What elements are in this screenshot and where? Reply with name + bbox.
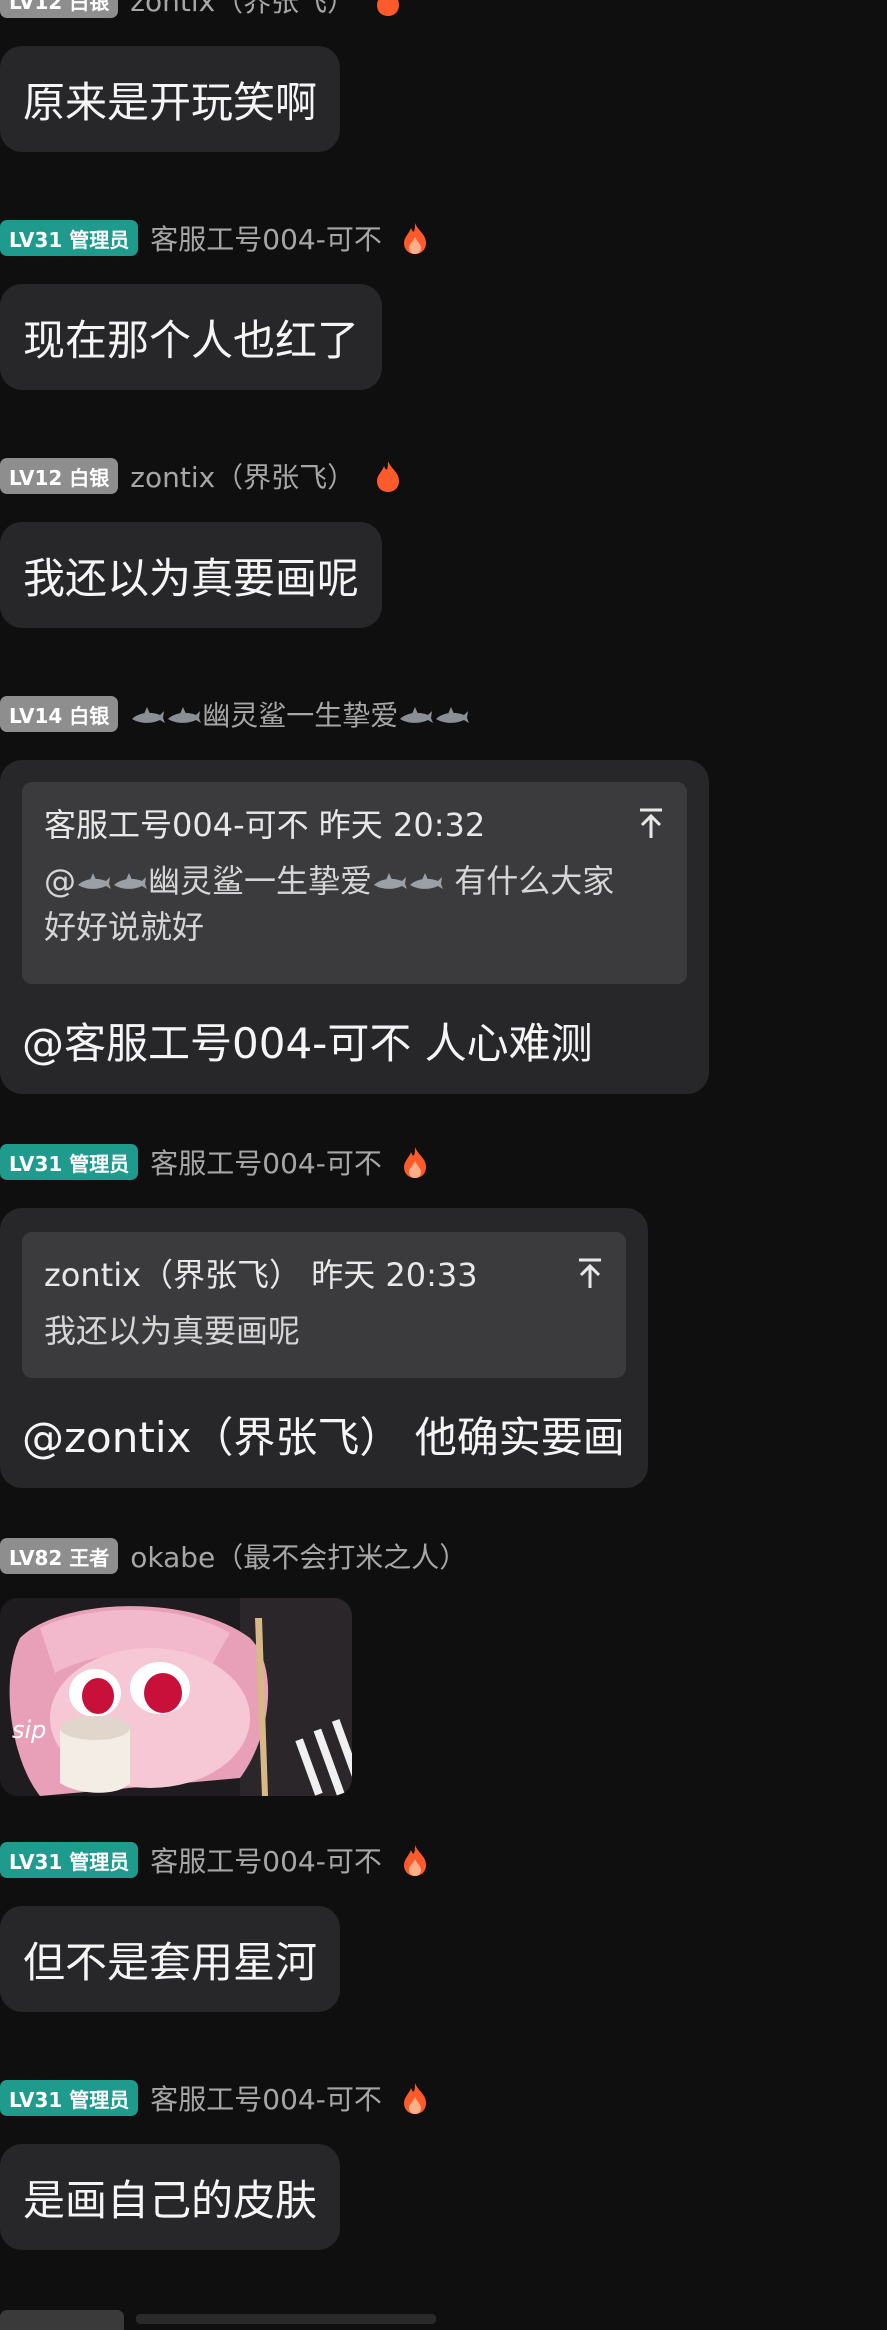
jump-to-quote-icon[interactable] — [576, 1256, 604, 1290]
quote-mention: 幽灵鲨一生挚爱 — [148, 862, 373, 900]
message-bubble[interactable]: 客服工号004-可不 昨天 20:32 @ 幽灵鲨一生挚爱 有什么大家 好好说就好… — [0, 760, 709, 1094]
message-text: 我还以为真要画呢 — [23, 553, 360, 603]
message-text: @客服工号004-可不 人心难测 — [22, 1019, 593, 1068]
quote-text: 我还以为真要画呢 — [44, 1312, 301, 1350]
admin-badge: LV31 管理员 — [0, 1144, 139, 1180]
flame-icon — [403, 2083, 426, 2114]
message-bubble[interactable]: 是画自己的皮肤 — [0, 2144, 341, 2250]
admin-badge: LV31 管理员 — [0, 220, 139, 256]
message-text: 现在那个人也红了 — [23, 315, 360, 365]
message-bubble[interactable]: zontix（界张飞） 昨天 20:33 我还以为真要画呢 @zontix（界张… — [0, 1208, 648, 1488]
admin-badge: LV31 管理员 — [0, 1842, 139, 1878]
level-badge: LV14 白银 — [0, 696, 119, 732]
message-text: 但不是套用星河 — [23, 1937, 318, 1987]
username[interactable]: 幽灵鲨一生挚爱 — [130, 694, 470, 734]
flame-icon — [377, 0, 400, 16]
shark-emoji-icon — [410, 873, 444, 889]
anime-sticker-illustration — [0, 1598, 352, 1796]
username[interactable]: zontix（界张飞） — [130, 456, 355, 496]
level-badge: LV12 白银 — [0, 0, 119, 18]
message-bubble[interactable]: 原来是开玩笑啊 — [0, 46, 341, 152]
shark-emoji-icon — [374, 873, 408, 889]
username-text: 幽灵鲨一生挚爱 — [202, 699, 399, 732]
message-text: 是画自己的皮肤 — [23, 2175, 318, 2225]
quote-at: @ — [44, 862, 76, 900]
shark-emoji-icon — [168, 707, 202, 723]
quoted-message[interactable]: 客服工号004-可不 昨天 20:32 @ 幽灵鲨一生挚爱 有什么大家 好好说就好 — [22, 782, 687, 984]
message-header: LV31 管理员 客服工号004-可不 — [0, 2078, 430, 2118]
flame-icon — [377, 461, 400, 492]
shark-emoji-icon — [132, 707, 166, 723]
quote-header: zontix（界张飞） 昨天 20:33 — [44, 1256, 478, 1294]
username[interactable]: zontix（界张飞） — [130, 0, 355, 20]
message-header: LV82 王者 okabe（最不会打米之人） — [0, 1536, 467, 1576]
message-bubble[interactable]: 我还以为真要画呢 — [0, 522, 383, 628]
flame-icon — [403, 1845, 426, 1876]
admin-badge: LV31 管理员 — [0, 2080, 139, 2116]
message-header: LV31 管理员 客服工号004-可不 — [0, 1840, 430, 1880]
quote-text: 有什么大家 — [444, 862, 615, 900]
message-bubble[interactable]: 现在那个人也红了 — [0, 284, 383, 390]
message-header: LV12 白银 zontix（界张飞） — [0, 456, 403, 496]
shark-emoji-icon — [114, 873, 147, 889]
message-header: LV31 管理员 客服工号004-可不 — [0, 1142, 430, 1182]
flame-icon — [403, 223, 426, 254]
quote-text: 好好说就好 — [44, 908, 205, 946]
quote-header: 客服工号004-可不 昨天 20:32 — [44, 806, 486, 844]
username[interactable]: 客服工号004-可不 — [150, 218, 382, 258]
quoted-message[interactable]: zontix（界张飞） 昨天 20:33 我还以为真要画呢 — [22, 1232, 626, 1378]
next-message-badge-partial — [0, 2310, 124, 2330]
message-header: LV12 白银 zontix（界张飞） — [0, 0, 403, 20]
next-message-username-partial — [136, 2314, 436, 2324]
message-header: LV14 白银 幽灵鲨一生挚爱 — [0, 694, 470, 734]
level-badge: LV82 王者 — [0, 1538, 119, 1574]
shark-emoji-icon — [436, 707, 470, 723]
username[interactable]: 客服工号004-可不 — [150, 2078, 382, 2118]
jump-to-quote-icon[interactable] — [637, 806, 665, 840]
shark-emoji-icon — [78, 873, 111, 889]
username[interactable]: 客服工号004-可不 — [150, 1840, 382, 1880]
username[interactable]: okabe（最不会打米之人） — [130, 1536, 467, 1576]
username[interactable]: 客服工号004-可不 — [150, 1142, 382, 1182]
message-text: 原来是开玩笑啊 — [23, 77, 318, 127]
shark-emoji-icon — [400, 707, 434, 723]
level-badge: LV12 白银 — [0, 458, 119, 494]
sticker-caption: sip — [12, 1716, 47, 1744]
message-bubble[interactable]: 但不是套用星河 — [0, 1906, 341, 2012]
sticker-image[interactable]: sip — [0, 1598, 352, 1796]
message-header: LV31 管理员 客服工号004-可不 — [0, 218, 430, 258]
message-text: @zontix（界张飞） 他确实要画 — [22, 1413, 625, 1462]
flame-icon — [403, 1147, 426, 1178]
